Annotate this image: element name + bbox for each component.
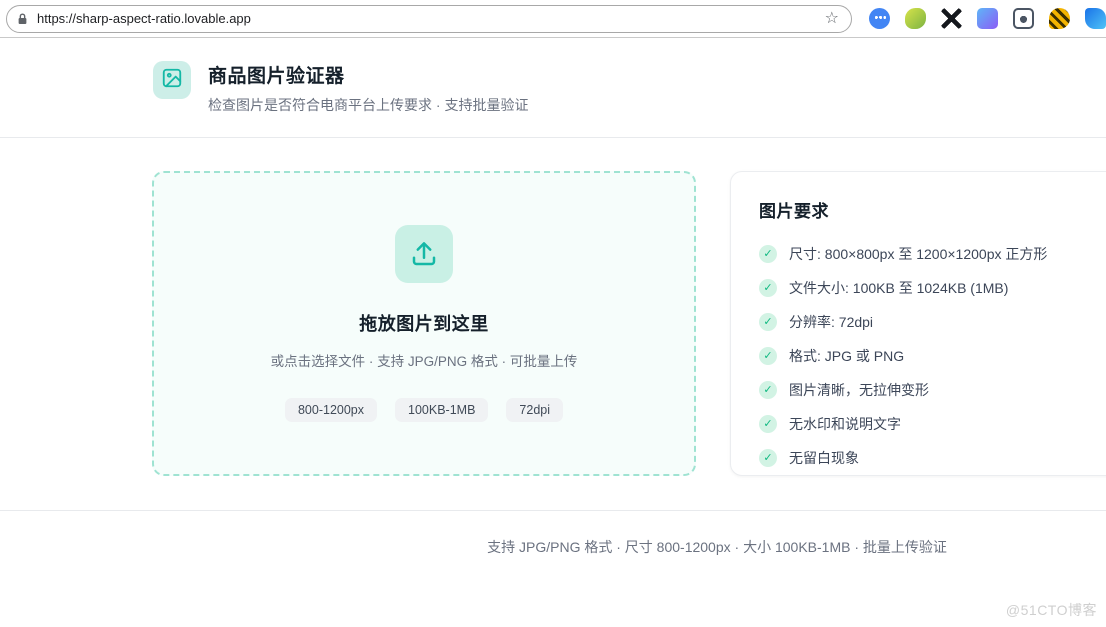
requirement-item: ✓ 尺寸: 800×800px 至 1200×1200px 正方形 [759, 244, 1106, 264]
browser-toolbar: https://sharp-aspect-ratio.lovable.app ☆ [0, 0, 1106, 38]
leaf-extension-icon[interactable] [905, 8, 926, 29]
check-icon: ✓ [759, 347, 777, 365]
requirement-text: 无水印和说明文字 [789, 414, 901, 434]
app-logo [153, 61, 191, 99]
bee-extension-icon[interactable] [1049, 8, 1070, 29]
main-area: 拖放图片到这里 或点击选择文件 · 支持 JPG/PNG 格式 · 可批量上传 … [0, 171, 1106, 476]
bookmark-star-icon[interactable]: ☆ [825, 11, 839, 27]
check-icon: ✓ [759, 313, 777, 331]
dropzone-badges: 800-1200px 100KB-1MB 72dpi [285, 398, 563, 422]
badge-resolution: 72dpi [506, 398, 563, 422]
lock-icon[interactable] [16, 12, 29, 26]
upload-dropzone[interactable]: 拖放图片到这里 或点击选择文件 · 支持 JPG/PNG 格式 · 可批量上传 … [152, 171, 696, 476]
requirement-text: 格式: JPG 或 PNG [789, 346, 904, 366]
app-header: 商品图片验证器 检查图片是否符合电商平台上传要求 · 支持批量验证 [0, 38, 1106, 138]
badge-filesize: 100KB-1MB [395, 398, 488, 422]
check-icon: ✓ [759, 381, 777, 399]
requirement-item: ✓ 分辨率: 72dpi [759, 312, 1106, 332]
requirement-item: ✓ 格式: JPG 或 PNG [759, 346, 1106, 366]
camera-extension-icon[interactable] [1013, 8, 1034, 29]
watermark: @51CTO博客 [1006, 600, 1097, 620]
check-icon: ✓ [759, 279, 777, 297]
requirement-text: 尺寸: 800×800px 至 1200×1200px 正方形 [789, 244, 1047, 264]
upload-icon [395, 225, 453, 283]
check-icon: ✓ [759, 245, 777, 263]
requirement-item: ✓ 无水印和说明文字 [759, 414, 1106, 434]
footer-text: 支持 JPG/PNG 格式 · 尺寸 800-1200px · 大小 100KB… [0, 511, 1106, 583]
page-footer: 支持 JPG/PNG 格式 · 尺寸 800-1200px · 大小 100KB… [0, 510, 1106, 583]
address-bar[interactable]: https://sharp-aspect-ratio.lovable.app ☆ [6, 5, 852, 33]
page: 商品图片验证器 检查图片是否符合电商平台上传要求 · 支持批量验证 拖放图片到这… [0, 38, 1106, 627]
requirement-text: 文件大小: 100KB 至 1024KB (1MB) [789, 278, 1008, 298]
badge-size: 800-1200px [285, 398, 377, 422]
dropzone-hint: 或点击选择文件 · 支持 JPG/PNG 格式 · 可批量上传 [271, 350, 578, 370]
requirement-item: ✓ 无留白现象 [759, 448, 1106, 468]
url-text: https://sharp-aspect-ratio.lovable.app [37, 11, 251, 26]
requirements-card: 图片要求 ✓ 尺寸: 800×800px 至 1200×1200px 正方形 ✓… [730, 171, 1106, 476]
scissors-extension-icon[interactable] [941, 8, 962, 29]
requirement-item: ✓ 文件大小: 100KB 至 1024KB (1MB) [759, 278, 1106, 298]
gradient-extension-icon[interactable] [977, 8, 998, 29]
requirement-text: 无留白现象 [789, 448, 859, 468]
dropzone-title: 拖放图片到这里 [359, 310, 489, 336]
page-subtitle: 检查图片是否符合电商平台上传要求 · 支持批量验证 [208, 95, 528, 115]
image-icon [161, 67, 183, 94]
page-title: 商品图片验证器 [208, 61, 528, 88]
bird-extension-icon[interactable] [1085, 8, 1106, 29]
requirements-list: ✓ 尺寸: 800×800px 至 1200×1200px 正方形 ✓ 文件大小… [759, 244, 1106, 468]
requirement-text: 图片清晰，无拉伸变形 [789, 380, 929, 400]
check-icon: ✓ [759, 449, 777, 467]
requirements-title: 图片要求 [759, 197, 1106, 222]
requirement-text: 分辨率: 72dpi [789, 312, 873, 332]
extensions-bar [869, 8, 1106, 29]
requirement-item: ✓ 图片清晰，无拉伸变形 [759, 380, 1106, 400]
chat-extension-icon[interactable] [869, 8, 890, 29]
check-icon: ✓ [759, 415, 777, 433]
